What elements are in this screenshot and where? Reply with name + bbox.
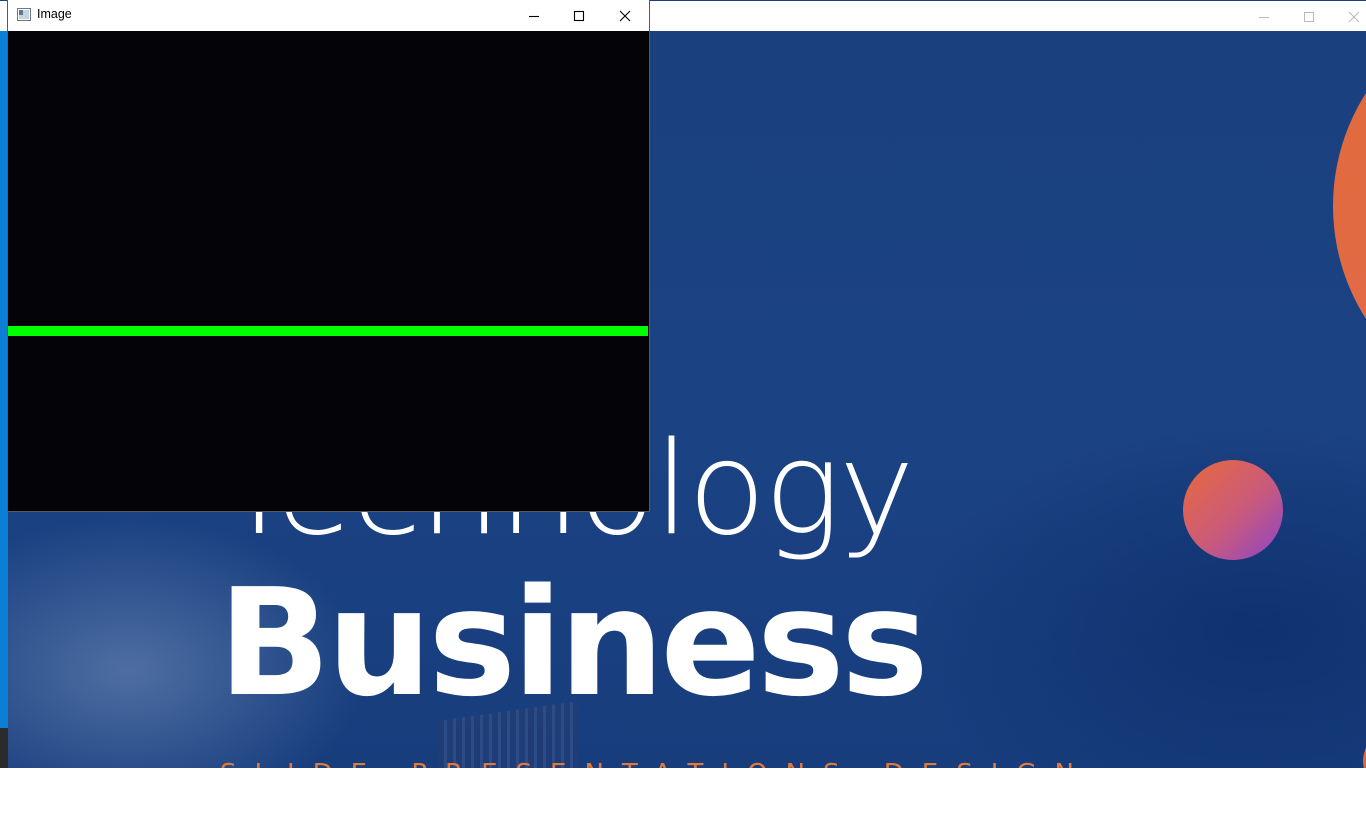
image-canvas — [8, 31, 648, 511]
decorative-circle-small — [1183, 460, 1283, 560]
slide-subtitle: SLIDE PRESENTATIONS DESIGN — [220, 759, 1092, 768]
detected-line — [8, 326, 648, 336]
bg-close-button[interactable] — [1331, 1, 1366, 32]
app-icon — [17, 8, 31, 21]
minimize-icon — [1259, 16, 1269, 18]
bg-minimize-button[interactable] — [1241, 1, 1287, 32]
close-icon — [619, 10, 631, 21]
close-button[interactable] — [602, 0, 648, 31]
window-title: Image — [37, 7, 72, 21]
minimize-button[interactable] — [511, 0, 557, 31]
decorative-circle-large — [1333, 31, 1366, 416]
desktop-edge — [0, 31, 8, 768]
bg-maximize-button[interactable] — [1286, 1, 1332, 32]
taskbar-edge — [0, 728, 8, 768]
image-window-titlebar[interactable]: Image — [8, 0, 649, 31]
maximize-button[interactable] — [556, 0, 602, 31]
maximize-icon — [1304, 11, 1314, 22]
slide-title-line2: Business — [218, 557, 929, 729]
maximize-icon — [573, 10, 585, 21]
minimize-icon — [529, 15, 539, 17]
image-window[interactable]: Image — [8, 0, 649, 511]
close-icon — [1348, 11, 1360, 22]
